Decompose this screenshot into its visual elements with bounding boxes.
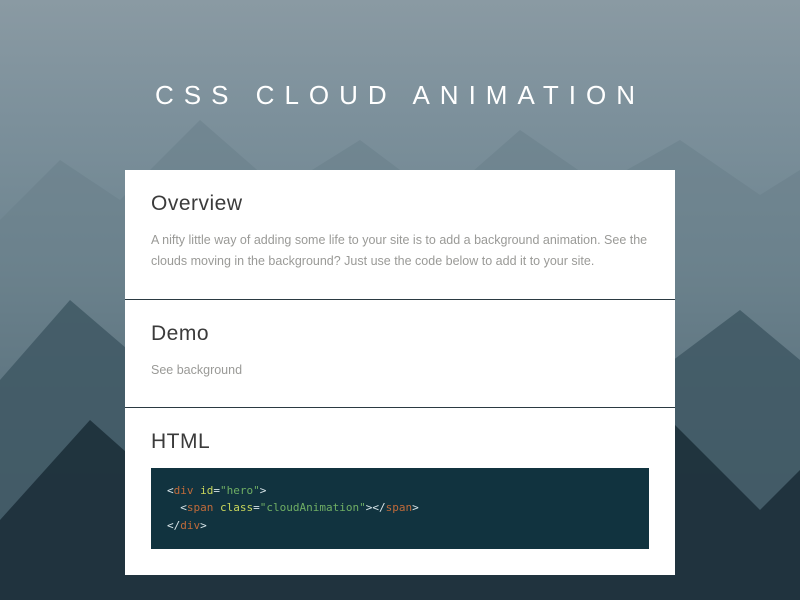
page-title: CSS CLOUD ANIMATION xyxy=(0,80,800,111)
demo-section: Demo See background xyxy=(125,300,675,408)
html-heading: HTML xyxy=(151,430,649,454)
overview-body: A nifty little way of adding some life t… xyxy=(151,230,649,273)
overview-section: Overview A nifty little way of adding so… xyxy=(125,170,675,300)
demo-body: See background xyxy=(151,360,649,381)
content-container: Overview A nifty little way of adding so… xyxy=(125,170,675,575)
overview-heading: Overview xyxy=(151,192,649,216)
html-section: HTML <div id="hero"> <span class="cloudA… xyxy=(125,408,675,575)
demo-heading: Demo xyxy=(151,322,649,346)
html-code-block: <div id="hero"> <span class="cloudAnimat… xyxy=(151,468,649,549)
